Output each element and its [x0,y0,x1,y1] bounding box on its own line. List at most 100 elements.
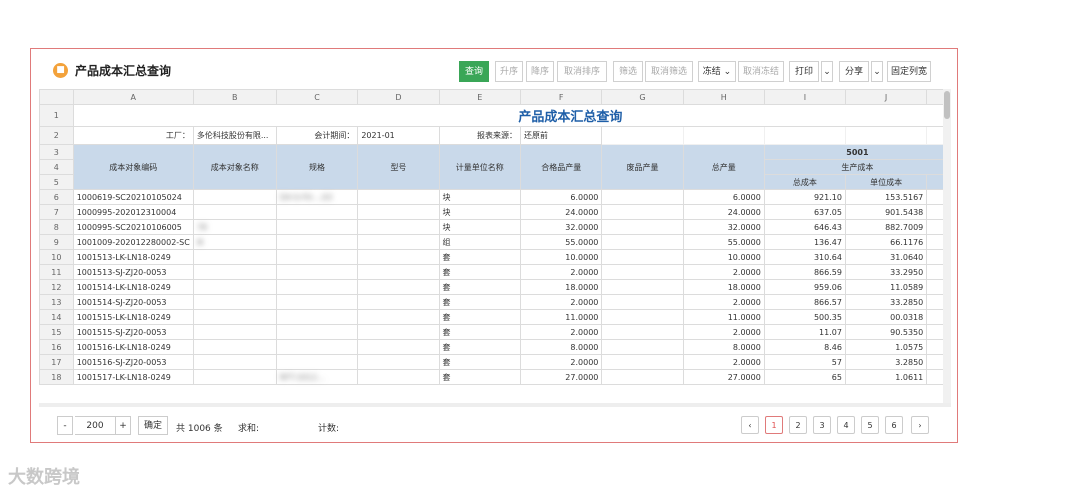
cell-unit[interactable]: 组 [438,234,522,250]
cell-name[interactable] [192,264,277,280]
decrease-page-size-button[interactable]: - [57,416,73,435]
scroll-thumb[interactable] [944,91,950,119]
cell-code[interactable]: 1001515-LK-LN18-0249 [72,309,194,325]
cell-total-cost[interactable]: 959.06 [763,279,846,295]
cell-unit[interactable]: 块 [438,189,522,205]
page-size-input[interactable]: 200 [75,416,115,435]
cell-scrap-qty[interactable] [601,264,684,280]
cancel-filter-button[interactable]: 取消筛选 [645,61,693,82]
cell-unit-cost[interactable]: 153.5167 [844,189,928,205]
cell-code[interactable]: 1001516-SJ-ZJ20-0053 [72,354,194,370]
row-number[interactable]: 5 [39,174,74,190]
cell-unit[interactable]: 套 [438,339,522,355]
row-number[interactable]: 1 [39,104,74,127]
cell-good-qty[interactable]: 2.0000 [520,264,603,280]
cell-unit-cost[interactable]: 00.0318 [844,309,928,325]
cell-code[interactable]: 1001513-SJ-ZJ20-0053 [72,264,194,280]
cell-unit[interactable]: 块 [438,219,522,235]
cell-scrap-qty[interactable] [601,234,684,250]
cell-spec[interactable]: RFT-2012... [275,369,359,385]
cell-model[interactable] [357,264,440,280]
table-row[interactable]: 8 1000995-SC20210106005 78 块 32.0000 32.0000 6… [39,219,951,235]
row-number[interactable]: 4 [39,159,74,175]
cell-unit-cost[interactable]: 882.7009 [844,219,928,235]
cell-model[interactable] [357,369,440,385]
cell-total-cost[interactable]: 8.46 [763,339,846,355]
cell-total-qty[interactable]: 11.0000 [682,309,765,325]
row-number[interactable]: 7 [39,204,74,220]
cell-total-qty[interactable]: 2.0000 [682,294,765,310]
cell-scrap-qty[interactable] [601,354,684,370]
table-row[interactable]: 6 1000619-SC20210105024 DX-S-F0-...03 块 6.00… [39,189,951,205]
cell-total-cost[interactable]: 921.10 [763,189,846,205]
table-row[interactable]: 14 1001515-LK-LN18-0249 套 11.0000 11.0000 500… [39,309,951,325]
prev-page-button[interactable]: ‹ [741,416,759,434]
cell-total-qty[interactable]: 2.0000 [682,264,765,280]
cell-unit-cost[interactable]: 11.0589 [844,279,928,295]
cell-unit-cost[interactable]: 33.2850 [844,294,928,310]
increase-page-size-button[interactable]: + [115,416,131,435]
cell-total-qty[interactable]: 8.0000 [682,339,765,355]
period-value[interactable]: 2021-01 [357,126,440,145]
spreadsheet-grid[interactable]: A B C D E F G H I J 1 产品成本汇总查询 2 工厂： 多伦科… [39,89,951,406]
cell-spec[interactable] [275,234,359,250]
cell-model[interactable] [357,249,440,265]
table-row[interactable]: 7 1000995-202012310004 块 24.0000 24.0000 637.… [39,204,951,220]
cell-total-cost[interactable]: 866.57 [763,294,846,310]
cell-model[interactable] [357,279,440,295]
horizontal-scrollbar[interactable] [39,403,951,407]
cell-spec[interactable] [275,249,359,265]
cell-spec[interactable] [275,354,359,370]
cell-scrap-qty[interactable] [601,324,684,340]
cell-total-qty[interactable]: 2.0000 [682,324,765,340]
cell-model[interactable] [357,189,440,205]
cell-model[interactable] [357,354,440,370]
row-number[interactable]: 14 [39,309,74,325]
row-number[interactable]: 11 [39,264,74,280]
cell-unit[interactable]: 套 [438,369,522,385]
cell-spec[interactable] [275,204,359,220]
cell-scrap-qty[interactable] [601,294,684,310]
cell-unit[interactable]: 套 [438,279,522,295]
cell-code[interactable]: 1000619-SC20210105024 [72,189,194,205]
column-header-g[interactable]: G [601,89,684,105]
cell-total-cost[interactable]: 310.64 [763,249,846,265]
print-chevron-down-icon[interactable]: ⌄ [821,61,833,82]
cell-spec[interactable] [275,294,359,310]
row-number[interactable]: 8 [39,219,74,235]
row-number[interactable]: 9 [39,234,74,250]
cell-name[interactable] [192,249,277,265]
cell-scrap-qty[interactable] [601,339,684,355]
fix-width-button[interactable]: 固定列宽 [887,61,931,82]
column-header-d[interactable]: D [357,89,440,105]
cell-good-qty[interactable]: 6.0000 [520,189,603,205]
cell-unit[interactable]: 套 [438,354,522,370]
print-button[interactable]: 打印 [789,61,819,82]
query-button[interactable]: 查询 [459,61,489,82]
cell-unit[interactable]: 套 [438,249,522,265]
row-number[interactable]: 3 [39,144,74,160]
column-header-a[interactable]: A [72,89,194,105]
cell-name[interactable]: 78 [192,219,277,235]
cell-total-cost[interactable]: 646.43 [763,219,846,235]
cell-total-qty[interactable]: 27.0000 [682,369,765,385]
cell-name[interactable] [192,204,277,220]
confirm-button[interactable]: 确定 [138,416,168,435]
cell-good-qty[interactable]: 11.0000 [520,309,603,325]
cell-model[interactable] [357,294,440,310]
cell-name[interactable] [192,339,277,355]
cell-name[interactable] [192,324,277,340]
cell-good-qty[interactable]: 27.0000 [520,369,603,385]
row-number[interactable]: 2 [39,126,74,145]
cell-unit-cost[interactable]: 1.0611 [844,369,928,385]
cell-unit-cost[interactable]: 33.2950 [844,264,928,280]
cell-total-qty[interactable]: 24.0000 [682,204,765,220]
column-header-j[interactable]: J [844,89,928,105]
cell-name[interactable] [192,294,277,310]
page-4-button[interactable]: 4 [837,416,855,434]
factory-value[interactable]: 多伦科技股份有限... [192,126,277,145]
table-row[interactable]: 18 1001517-LK-LN18-0249 RFT-2012... 套 27.000… [39,369,951,385]
table-row[interactable]: 12 1001514-LK-LN18-0249 套 18.0000 18.0000 959… [39,279,951,295]
row-number[interactable]: 13 [39,294,74,310]
page-3-button[interactable]: 3 [813,416,831,434]
